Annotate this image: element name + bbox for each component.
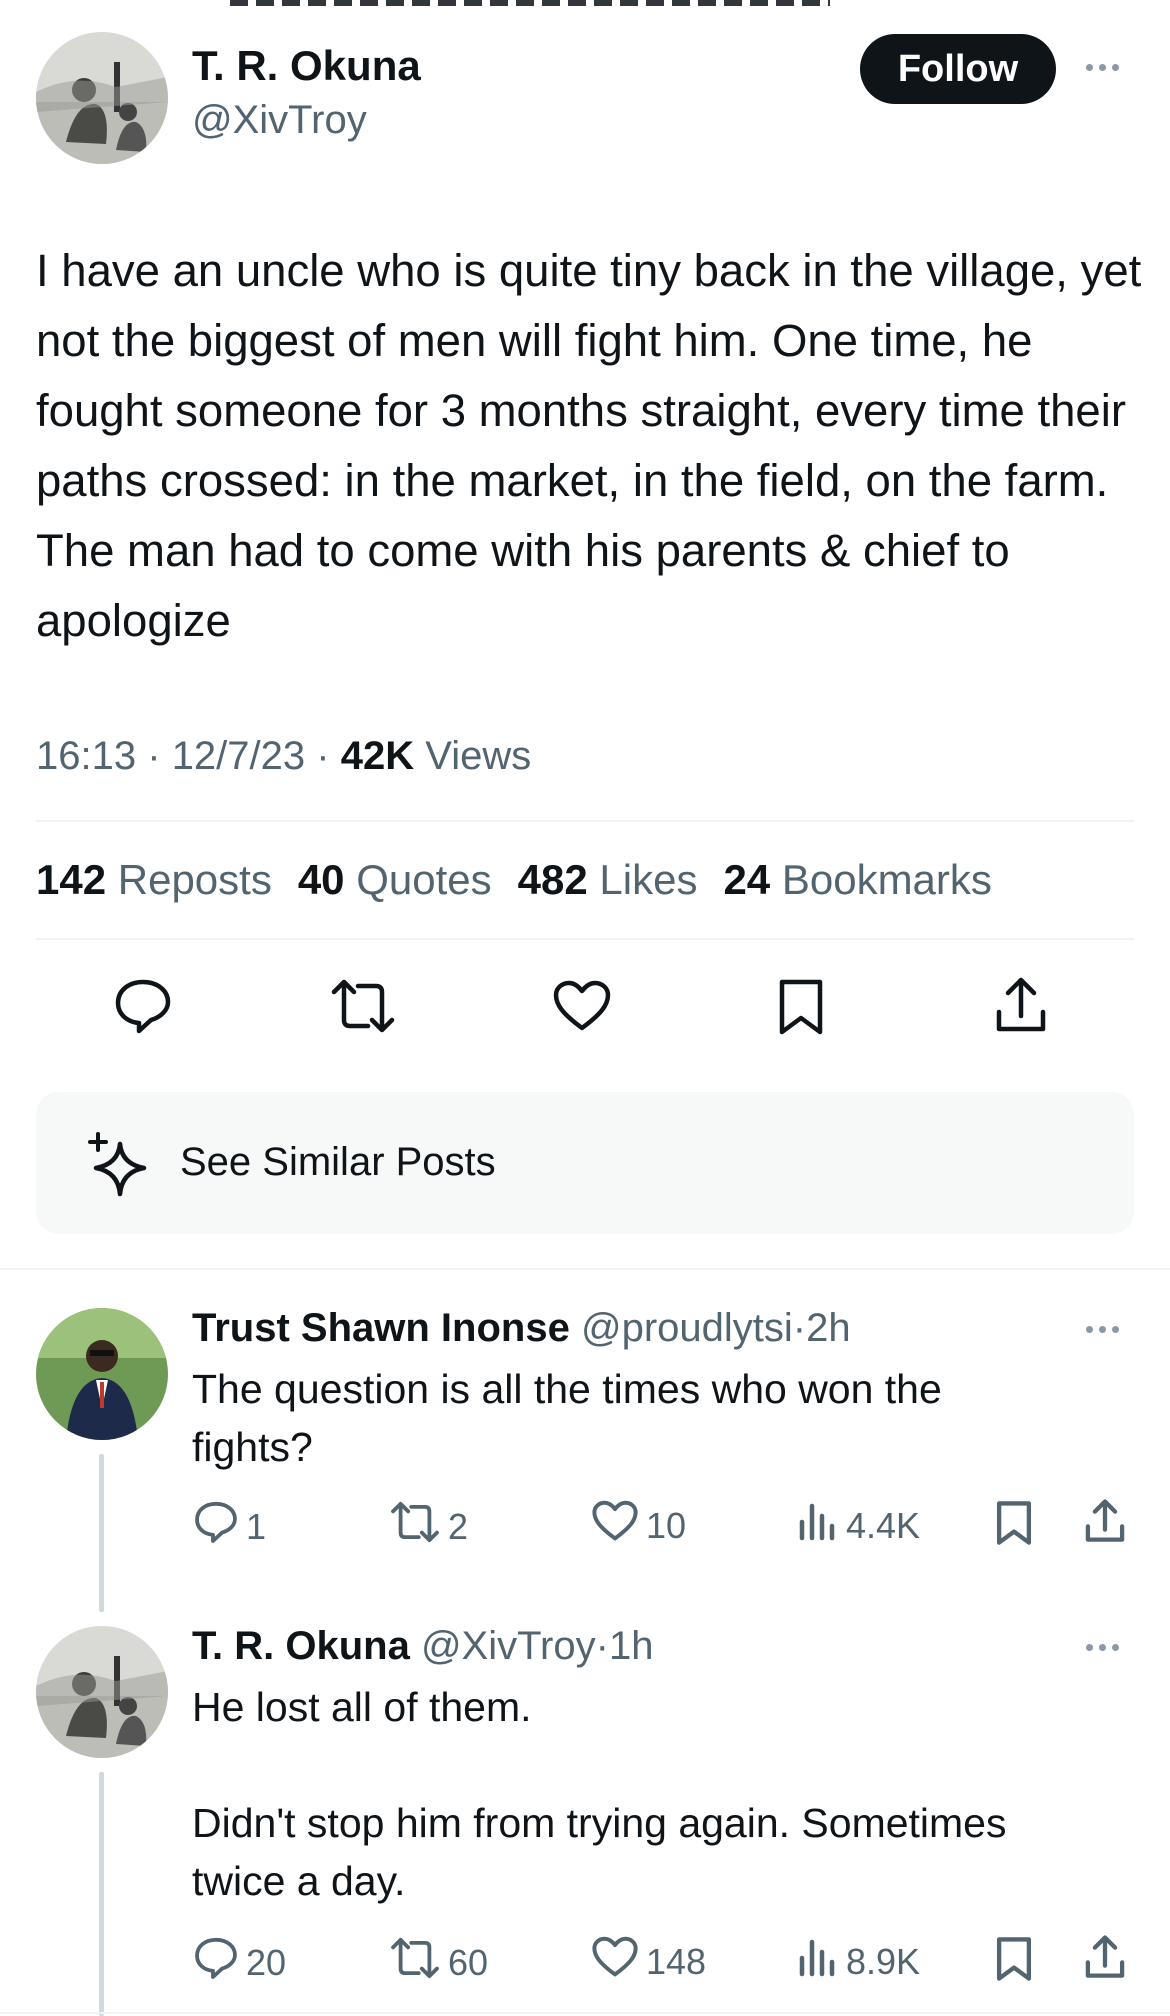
see-similar-posts-label: See Similar Posts: [180, 1140, 496, 1184]
more-options-icon[interactable]: [1086, 1326, 1119, 1333]
reply-actions: 1 2 10 4.4K: [192, 1498, 1132, 1550]
reply-text-line: [192, 1736, 1006, 1794]
post-time: 16:13: [36, 734, 137, 778]
post-meta: 16:13 · 12/7/23 · 42K Views: [36, 734, 531, 779]
reply-author-handle[interactable]: @proudlytsi: [581, 1306, 793, 1350]
reply-text: The question is all the times who won th…: [192, 1360, 942, 1476]
like-icon[interactable]: [553, 980, 611, 1032]
views-count-group[interactable]: 8.9K: [798, 1936, 920, 1987]
views-icon: [798, 1936, 838, 1987]
like-icon: [592, 1500, 638, 1551]
stat-quotes[interactable]: 40 Quotes: [298, 856, 492, 904]
more-options-icon[interactable]: [1086, 64, 1119, 71]
reply-count-group[interactable]: 20: [194, 1936, 286, 1989]
views-count: 4.4K: [846, 1504, 921, 1546]
bookmark-icon[interactable]: [996, 1936, 1032, 1991]
stat-likes[interactable]: 482 Likes: [518, 856, 698, 904]
views-count: 8.9K: [846, 1940, 921, 1982]
engagement-stats: 142 Reposts 40 Quotes 482 Likes 24 Bookm…: [36, 856, 992, 904]
divider: [0, 1268, 1170, 1270]
share-icon[interactable]: [1084, 1934, 1126, 1989]
bookmark-icon[interactable]: [996, 1500, 1032, 1555]
reply-icon[interactable]: [114, 978, 172, 1034]
reply-count: 20: [246, 1941, 287, 1983]
reply-text-line: He lost all of them.: [192, 1684, 532, 1730]
more-options-icon[interactable]: [1086, 1644, 1119, 1651]
cut-off-header-fragment: [230, 0, 830, 6]
see-similar-posts-card[interactable]: See Similar Posts: [36, 1092, 1134, 1234]
divider: [36, 820, 1134, 822]
bookmark-icon[interactable]: [778, 978, 824, 1036]
repost-icon: [390, 1500, 440, 1553]
share-icon[interactable]: [994, 976, 1048, 1034]
thread-line: [99, 1454, 104, 1612]
share-icon[interactable]: [1084, 1498, 1126, 1553]
repost-count-group[interactable]: 2: [390, 1500, 468, 1553]
views-label: Views: [425, 734, 532, 778]
reply-count-group[interactable]: 1: [194, 1500, 266, 1553]
like-count-group[interactable]: 10: [592, 1500, 686, 1551]
like-count: 10: [646, 1504, 687, 1546]
meta-separator: ·: [147, 734, 161, 778]
post-date: 12/7/23: [171, 734, 306, 778]
reply-time: 1h: [608, 1624, 654, 1668]
stat-bookmarks[interactable]: 24 Bookmarks: [723, 856, 991, 904]
like-icon: [592, 1936, 638, 1987]
reply-header: Trust Shawn Inonse @proudlytsi·2h: [192, 1306, 851, 1351]
follow-button[interactable]: Follow: [860, 34, 1056, 104]
views-count: 42K: [340, 734, 415, 778]
reply-icon: [194, 1500, 238, 1553]
like-count-group[interactable]: 148: [592, 1936, 706, 1987]
reply-author-handle[interactable]: @XivTroy: [421, 1624, 596, 1668]
divider: [0, 2012, 1170, 2014]
reply-actions: 20 60 148 8.9K: [192, 1934, 1132, 1986]
views-icon: [798, 1500, 838, 1551]
views-count-group[interactable]: 4.4K: [798, 1500, 920, 1551]
reply-count: 1: [246, 1505, 267, 1547]
stat-reposts[interactable]: 142 Reposts: [36, 856, 272, 904]
reply-author-name[interactable]: T. R. Okuna: [192, 1624, 410, 1668]
reply-text-line: twice a day.: [192, 1858, 406, 1904]
reply-header: T. R. Okuna @XivTroy·1h: [192, 1624, 653, 1669]
reply-avatar[interactable]: [36, 1308, 168, 1440]
author-name[interactable]: T. R. Okuna: [192, 42, 421, 90]
post-text: I have an uncle who is quite tiny back i…: [36, 245, 1142, 646]
meta-separator: ·: [792, 1306, 807, 1350]
reply-avatar[interactable]: [36, 1626, 168, 1758]
thread-line: [99, 1772, 104, 2016]
like-count: 148: [646, 1940, 707, 1982]
reply-author-name[interactable]: Trust Shawn Inonse: [192, 1306, 570, 1350]
repost-count: 2: [448, 1505, 469, 1547]
repost-count-group[interactable]: 60: [390, 1936, 488, 1989]
reply-text-line: fights?: [192, 1424, 313, 1470]
reply-text: He lost all of them. Didn't stop him fro…: [192, 1678, 1006, 1910]
author-avatar[interactable]: [36, 32, 168, 164]
repost-icon: [390, 1936, 440, 1989]
reply-text-line: The question is all the times who won th…: [192, 1366, 942, 1412]
author-handle[interactable]: @XivTroy: [192, 98, 367, 143]
reply-icon: [194, 1936, 238, 1989]
repost-icon[interactable]: [330, 978, 396, 1034]
reply-text-line: Didn't stop him from trying again. Somet…: [192, 1800, 1007, 1846]
reply-time: 2h: [806, 1306, 851, 1350]
meta-separator: ·: [595, 1624, 609, 1668]
repost-count: 60: [448, 1941, 489, 1983]
divider: [36, 938, 1134, 940]
meta-separator: ·: [316, 734, 330, 778]
sparkle-icon: [86, 1132, 152, 1198]
